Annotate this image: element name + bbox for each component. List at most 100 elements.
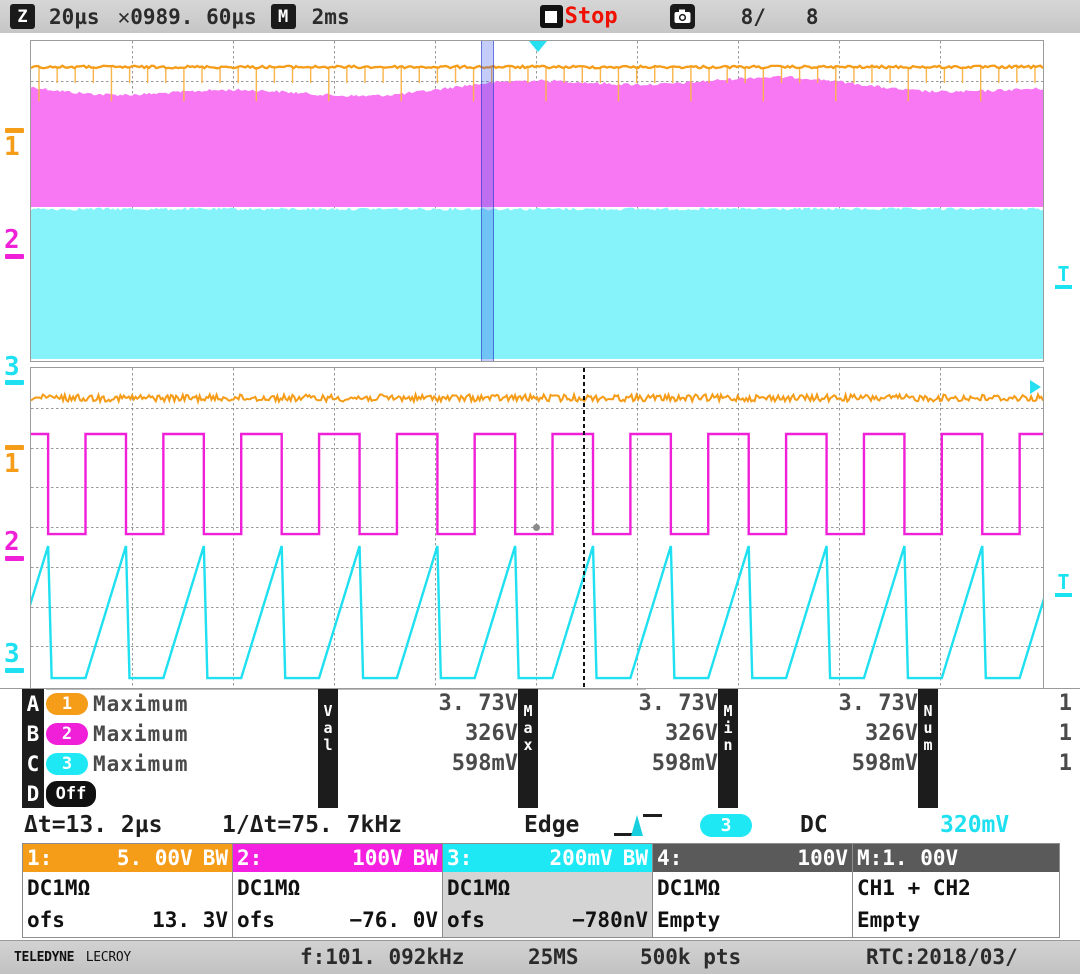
channel-4-label: 4: <box>657 846 683 870</box>
bottom-status-bar: TELEDYNE LECROY f:101. 092kHz 25MS 500k … <box>0 940 1080 974</box>
ch3-level-marker-main[interactable] <box>5 668 24 673</box>
channel-1-offset[interactable]: ofs 13. 3V <box>23 904 232 936</box>
column-header-min-text: Min <box>723 702 733 754</box>
parameter-name[interactable]: Maximum <box>93 752 189 776</box>
source-chip-3[interactable]: 3 <box>46 753 88 775</box>
ch3-level-marker-zoom[interactable] <box>5 380 24 385</box>
channel-3-panel[interactable]: 3: 200mV BW DC1MΩ ofs −780nV <box>442 843 652 938</box>
channel-4-panel[interactable]: 4: 100V DC1MΩ Empty <box>652 843 852 938</box>
channel-2-coupling[interactable]: DC1MΩ <box>233 872 442 904</box>
ch2-level-marker-main[interactable] <box>5 556 24 561</box>
channel-3-coupling[interactable]: DC1MΩ <box>443 872 652 904</box>
channel-1-header[interactable]: 1: 5. 00V BW <box>23 844 232 872</box>
trigger-level-marker-main[interactable]: T <box>1055 572 1072 597</box>
source-chip-2[interactable]: 2 <box>46 723 88 745</box>
channel-3-offset[interactable]: ofs −780nV <box>443 904 652 936</box>
main-grid-traces <box>31 390 1043 680</box>
cell-num: 1 <box>1058 751 1072 776</box>
zoom-region-highlight[interactable] <box>481 41 494 361</box>
zoom-timebase[interactable]: 20µs <box>49 5 100 29</box>
trigger-source-chip[interactable]: 3 <box>700 814 752 837</box>
channel-4-header[interactable]: 4: 100V <box>653 844 852 872</box>
channel-1-bandwidth: BW <box>202 846 228 870</box>
channel-1-coupling[interactable]: DC1MΩ <box>23 872 232 904</box>
channel-4-state[interactable]: Empty <box>653 904 852 936</box>
trigger-type[interactable]: Edge <box>524 812 579 838</box>
math-trace-panel[interactable]: M:1. 00V CH1 + CH2 Empty <box>852 843 1060 938</box>
zoom-delay[interactable]: ✕0989. 60µs <box>118 5 257 29</box>
rising-edge-icon[interactable] <box>614 814 662 836</box>
channel-1-offset-label: ofs <box>27 908 65 932</box>
channel-3-header[interactable]: 3: 200mV BW <box>443 844 652 872</box>
channel-4-coupling[interactable]: DC1MΩ <box>653 872 852 904</box>
ch2-index-zoom[interactable]: 2 <box>4 227 20 253</box>
channel-2-label: 2: <box>237 846 263 870</box>
math-trace-label: M:1. 00V <box>857 846 959 870</box>
slot-letter-b[interactable]: B <box>22 719 44 749</box>
ch3-index-zoom[interactable]: 3 <box>4 354 20 380</box>
source-chip-off[interactable]: Off <box>46 781 96 807</box>
ch2-index-main[interactable]: 2 <box>4 529 20 555</box>
zoom-grid-traces <box>31 64 1043 359</box>
top-status-bar: Z 20µs ✕0989. 60µs M 2ms Stop 8/ 8 <box>0 0 1080 34</box>
channel-2-panel[interactable]: 2: 100V BW DC1MΩ ofs −76. 0V <box>232 843 442 938</box>
waveform-area: 1 2 3 T 1 2 3 T <box>0 33 1080 689</box>
trigger-dashed-line[interactable] <box>583 368 585 688</box>
ch1-index-zoom[interactable]: 1 <box>4 134 20 160</box>
measurement-row[interactable]: 2 Maximum <box>46 719 189 749</box>
zoom-grid[interactable] <box>30 40 1044 362</box>
trigger-level-marker-zoom[interactable]: T <box>1055 264 1072 289</box>
channel-1-panel[interactable]: 1: 5. 00V BW DC1MΩ ofs 13. 3V <box>22 843 232 938</box>
column-header-val: Val <box>318 689 338 809</box>
main-timebase[interactable]: 2ms <box>312 5 350 29</box>
column-header-num: Num <box>918 689 938 809</box>
slot-letter-c[interactable]: C <box>22 749 44 779</box>
trigger-level-readout[interactable]: 320mV <box>940 812 1009 838</box>
math-trace-expression[interactable]: CH1 + CH2 <box>853 872 1059 904</box>
stop-icon[interactable] <box>539 5 563 28</box>
parameter-name[interactable]: Maximum <box>93 692 189 716</box>
measurement-row[interactable]: 1 Maximum <box>46 689 189 719</box>
channel-2-offset[interactable]: ofs −76. 0V <box>233 904 442 936</box>
segment-current: 8/ <box>740 4 766 29</box>
channel-2-bandwidth: BW <box>412 846 438 870</box>
cell-val: 598mV <box>451 751 518 776</box>
parameter-name[interactable]: Maximum <box>93 722 189 746</box>
main-grid[interactable] <box>30 367 1044 689</box>
cell-val: 326V <box>465 721 518 746</box>
cell-min: 598mV <box>851 751 918 776</box>
teledyne-lecroy-logo: TELEDYNE LECROY <box>14 950 131 965</box>
channel-4-vdiv: 100V <box>797 846 848 870</box>
channel-2-vdiv: 100V <box>352 846 403 870</box>
acquisition-state[interactable]: Stop <box>565 4 618 29</box>
trigger-coupling[interactable]: DC <box>800 812 828 838</box>
segment-total: 8 <box>805 4 819 29</box>
frequency-readout: f:101. 092kHz <box>300 945 465 969</box>
delta-t-readout: Δt=13. 2µs <box>24 812 163 838</box>
memory-depth-readout: 500k pts <box>640 945 742 969</box>
zoom-z-icon[interactable]: Z <box>10 4 35 29</box>
slot-letter-a[interactable]: A <box>22 689 44 719</box>
brand-primary: TELEDYNE <box>14 950 75 965</box>
ch2-level-marker-zoom[interactable] <box>5 254 24 259</box>
channel-3-label: 3: <box>447 846 473 870</box>
source-chip-1[interactable]: 1 <box>46 693 88 715</box>
brand-secondary: LECROY <box>85 950 131 965</box>
math-trace-state[interactable]: Empty <box>853 904 1059 936</box>
inverse-delta-t-readout: 1/Δt=75. 7kHz <box>222 812 403 838</box>
slot-letter-d[interactable]: D <box>22 779 44 809</box>
cell-num: 1 <box>1058 691 1072 716</box>
sample-rate-readout: 25MS <box>528 945 579 969</box>
ch3-index-main[interactable]: 3 <box>4 641 20 667</box>
main-m-icon[interactable]: M <box>270 4 296 29</box>
channel-2-header[interactable]: 2: 100V BW <box>233 844 442 872</box>
measurement-row[interactable]: 3 Maximum <box>46 749 189 779</box>
cell-min: 3. 73V <box>838 691 918 716</box>
measurement-row[interactable]: Off <box>46 779 101 809</box>
column-header-max: Max <box>518 689 538 809</box>
cell-num: 1 <box>1058 721 1072 746</box>
camera-icon[interactable] <box>669 4 695 29</box>
ch1-index-main[interactable]: 1 <box>4 451 20 477</box>
column-header-min: Min <box>718 689 738 809</box>
math-trace-header[interactable]: M:1. 00V <box>853 844 1059 872</box>
